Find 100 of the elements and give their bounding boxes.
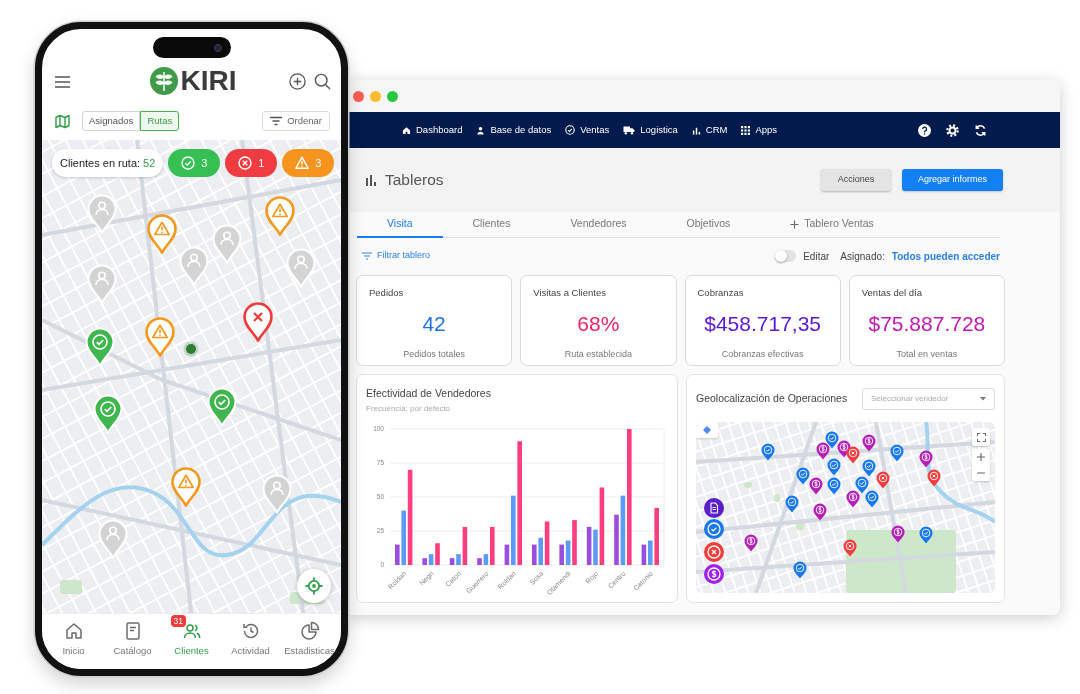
check-marker-icon[interactable]	[827, 458, 841, 476]
stat-caption: Pedidos totales	[402, 348, 466, 362]
close-window-icon[interactable]	[353, 90, 364, 102]
x-circle-icon[interactable]	[704, 542, 724, 562]
dollar-marker-icon[interactable]	[744, 534, 758, 552]
minus-icon	[977, 472, 985, 474]
actions-button[interactable]: Acciones	[821, 169, 891, 191]
dollar-marker-icon[interactable]	[816, 442, 830, 460]
plus-icon	[977, 453, 985, 461]
warning-pin-icon[interactable]	[171, 467, 201, 507]
nav-link[interactable]: CRM	[691, 122, 728, 138]
check-marker-icon[interactable]	[825, 431, 839, 449]
check-marker-icon[interactable]	[785, 495, 799, 513]
person-icon	[476, 125, 486, 135]
camera-icon	[213, 43, 222, 52]
pie-chart-icon	[298, 620, 321, 643]
check-circle-icon	[181, 156, 196, 170]
document-circle-icon[interactable]	[704, 498, 724, 518]
truck-icon	[623, 125, 636, 135]
warning-pin-icon[interactable]	[265, 196, 295, 236]
check-pin-icon[interactable]	[93, 394, 123, 434]
sort-button[interactable]: Ordenar	[262, 111, 330, 131]
nav-link[interactable]: Base de datos	[476, 122, 552, 138]
view-tab[interactable]: Rutas	[140, 111, 180, 131]
status-filter-button[interactable]: 3	[168, 149, 221, 177]
filter-link[interactable]: Filtrar tablero	[362, 249, 430, 263]
add-report-button[interactable]: Agregar informes	[902, 169, 1003, 191]
summary-label: Clientes en ruta:	[60, 155, 141, 171]
diamond-icon[interactable]	[703, 426, 711, 434]
nav-tab[interactable]: Actividad	[221, 614, 280, 665]
check-marker-icon[interactable]	[855, 476, 869, 494]
check-marker-icon[interactable]	[890, 444, 904, 462]
page-title: Tableros	[385, 170, 444, 191]
add-icon[interactable]	[289, 72, 306, 90]
menu-icon[interactable]	[55, 75, 70, 88]
dollar-marker-icon[interactable]	[846, 490, 860, 508]
stat-caption: Cobranzas efectivas	[720, 348, 805, 362]
sync-icon[interactable]	[974, 123, 987, 137]
summary-count: 52	[143, 155, 156, 171]
check-marker-icon[interactable]	[761, 443, 775, 461]
tab[interactable]: Clientes	[442, 212, 541, 238]
stat-title: Visitas a Clientes	[533, 286, 607, 300]
access-link[interactable]: Todos pueden acceder	[891, 248, 1000, 264]
map-icon[interactable]	[55, 113, 70, 129]
fullscreen-button[interactable]	[972, 428, 990, 446]
check-marker-icon[interactable]	[862, 459, 876, 477]
card-title: Geolocalización de Operaciones	[696, 391, 848, 407]
nav-tab[interactable]: Estadisticas	[280, 614, 339, 665]
warning-pin-icon[interactable]	[145, 317, 175, 357]
view-tab[interactable]: Asignados	[82, 111, 141, 131]
x-marker-icon[interactable]	[846, 446, 860, 464]
vendor-select[interactable]: Seleccionar vendedor	[862, 388, 995, 410]
nav-link[interactable]: Logistica	[623, 122, 678, 138]
check-circle-icon[interactable]	[704, 519, 724, 539]
nav-link[interactable]: Dashboard	[402, 122, 463, 138]
check-marker-icon[interactable]	[919, 526, 933, 544]
tab[interactable]: Objetivos	[656, 212, 761, 238]
filter-icon	[362, 252, 372, 260]
help-icon[interactable]	[918, 123, 931, 137]
bar-chart-icon	[691, 125, 701, 135]
nav-tab[interactable]: Inicio	[44, 614, 103, 665]
x-circle-icon	[238, 156, 253, 170]
check-marker-icon[interactable]	[865, 490, 879, 508]
status-filter-button[interactable]: 1	[225, 149, 278, 177]
plus-icon	[790, 219, 800, 229]
dollar-marker-icon[interactable]	[813, 503, 827, 521]
maximize-window-icon[interactable]	[387, 90, 398, 102]
check-marker-icon[interactable]	[793, 561, 807, 579]
settings-icon[interactable]	[946, 123, 959, 137]
dollar-marker-icon[interactable]	[919, 450, 933, 468]
x-pin-icon[interactable]	[243, 302, 273, 342]
x-marker-icon[interactable]	[927, 469, 941, 487]
tab[interactable]: Vendedores	[540, 212, 657, 238]
check-marker-icon[interactable]	[796, 467, 810, 485]
home-icon	[402, 125, 411, 135]
dollar-marker-icon[interactable]	[809, 477, 823, 495]
tab[interactable]: Visita	[357, 212, 443, 238]
count-badge: 31	[170, 615, 186, 628]
tab[interactable]: Tablero Ventas	[760, 212, 904, 238]
nav-link[interactable]: Apps	[741, 122, 778, 138]
warning-pin-icon[interactable]	[147, 214, 177, 254]
check-pin-icon[interactable]	[85, 327, 115, 367]
check-pin-icon[interactable]	[207, 387, 237, 427]
x-marker-icon[interactable]	[843, 539, 857, 557]
bar-chart-icon	[365, 174, 377, 186]
dollar-marker-icon[interactable]	[891, 525, 905, 543]
stat-title: Cobranzas	[697, 286, 745, 300]
nav-link[interactable]: Ventas	[565, 122, 610, 138]
x-marker-icon[interactable]	[876, 471, 890, 489]
dollar-circle-icon[interactable]	[704, 564, 724, 584]
search-icon[interactable]	[314, 72, 331, 90]
edit-switch[interactable]	[775, 250, 797, 262]
nav-tab[interactable]: Catálogo	[103, 614, 162, 665]
stat-title: Pedidos	[369, 286, 405, 300]
location-dot-icon	[183, 341, 199, 357]
warning-icon	[295, 156, 310, 170]
logo-text: KIRI	[180, 67, 237, 95]
check-marker-icon[interactable]	[827, 477, 841, 495]
nav-tab[interactable]: 31 Clientes	[162, 614, 221, 665]
dollar-marker-icon[interactable]	[862, 434, 876, 452]
